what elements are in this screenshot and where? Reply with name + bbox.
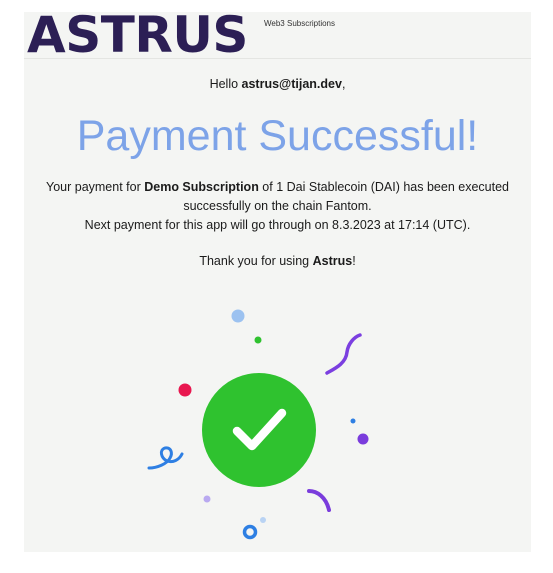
- success-circle: [202, 373, 316, 487]
- astrus-logo: ASTRUS: [27, 6, 248, 64]
- message-line1-prefix: Your payment for: [46, 180, 145, 194]
- greeting-line: Hello astrus@tijan.dev,: [24, 77, 531, 91]
- confetti-squiggle-purple: [325, 333, 362, 375]
- payment-successful-heading: Payment Successful!: [76, 112, 479, 160]
- thanks-line: Thank you for using Astrus!: [24, 252, 531, 271]
- confetti-dot-purple: [357, 433, 369, 445]
- confetti-arc-purple: [307, 489, 331, 512]
- confetti-dot-lightblue: [231, 309, 245, 323]
- message-line-1: Your payment for Demo Subscription of 1 …: [24, 178, 531, 197]
- greeting-prefix: Hello: [209, 77, 242, 91]
- brand-tagline: Web3 Subscriptions: [264, 19, 335, 28]
- thanks-suffix: !: [352, 254, 356, 268]
- confetti-dot-blue-small: [350, 418, 356, 424]
- confetti-dot-lavender: [203, 495, 211, 503]
- email-card: ASTRUS Web3 Subscriptions Hello astrus@t…: [24, 7, 531, 552]
- confetti-dot-red: [178, 383, 192, 397]
- thanks-brand: Astrus: [312, 254, 353, 268]
- subscription-name: Demo Subscription: [144, 180, 259, 194]
- message-line1-suffix: of 1 Dai Stablecoin (DAI) has been execu…: [258, 180, 509, 194]
- confetti-dot-pale-blue: [260, 517, 266, 523]
- confetti-dot-green: [254, 336, 262, 344]
- success-illustration: [147, 309, 369, 540]
- confetti-ring-blue: [242, 524, 258, 540]
- email-header: ASTRUS Web3 Subscriptions: [24, 7, 531, 63]
- confetti-curl-blue: [147, 446, 184, 470]
- thanks-prefix: Thank you for using: [199, 254, 313, 268]
- greeting-suffix: ,: [341, 77, 346, 91]
- greeting-email: astrus@tijan.dev: [241, 77, 342, 91]
- message-line-3: Next payment for this app will go throug…: [84, 218, 471, 232]
- message-line-2: successfully on the chain Fantom.: [183, 199, 372, 213]
